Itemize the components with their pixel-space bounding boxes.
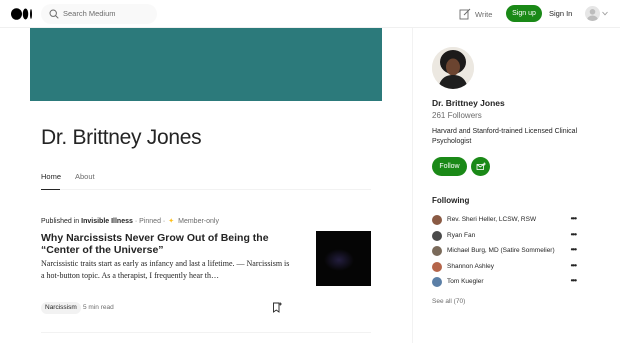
write-button[interactable]: Write [459, 7, 492, 21]
avatar [432, 277, 442, 287]
following-item[interactable]: Ryan Fan ••• [432, 230, 578, 242]
profile-tabs: Home About [41, 172, 371, 190]
top-navigation-bar: Search Medium Write Sign up Sign In [0, 0, 620, 28]
post-excerpt[interactable]: Narcissistic traits start as early as in… [41, 258, 291, 282]
write-label: Write [475, 9, 493, 19]
search-icon [49, 9, 59, 19]
following-heading: Following [432, 196, 470, 205]
more-options-icon[interactable]: ••• [571, 246, 577, 254]
more-options-icon[interactable]: ••• [571, 262, 577, 270]
followers-count[interactable]: 261 Followers [432, 111, 482, 120]
chevron-down-icon[interactable] [602, 11, 608, 16]
avatar [432, 231, 442, 241]
avatar [432, 262, 442, 272]
post-meta: Published in Invisible Illness · Pinned … [41, 217, 219, 226]
profile-avatar[interactable] [432, 47, 474, 89]
post-title[interactable]: Why Narcissists Never Grow Out of Being … [41, 232, 291, 256]
more-options-icon[interactable]: ••• [571, 215, 577, 223]
rail-divider [412, 28, 413, 343]
read-time: 5 min read [83, 304, 114, 311]
pinned-label: · Pinned · [134, 217, 166, 225]
more-options-icon[interactable]: ••• [571, 231, 577, 239]
page-title: Dr. Brittney Jones [41, 126, 202, 149]
mail-plus-icon [476, 162, 486, 170]
search-input[interactable]: Search Medium [63, 9, 116, 18]
bookmark-add-icon[interactable] [272, 302, 282, 313]
following-name[interactable]: Rev. Sheri Heller, LCSW, RSW [447, 216, 536, 223]
tab-home[interactable]: Home [41, 172, 61, 190]
more-options-icon[interactable]: ••• [571, 277, 577, 285]
thumbnail-image [324, 249, 354, 271]
following-name[interactable]: Shannon Ashley [447, 263, 494, 270]
divider [41, 332, 371, 333]
sign-up-button[interactable]: Sign up [506, 5, 542, 22]
following-item[interactable]: Tom Kuegler ••• [432, 276, 578, 288]
following-name[interactable]: Michael Burg, MD (Satire Sommelier) [447, 247, 555, 254]
subscribe-button[interactable] [471, 157, 490, 176]
following-item[interactable]: Rev. Sheri Heller, LCSW, RSW ••• [432, 214, 578, 226]
avatar [432, 246, 442, 256]
avatar [432, 215, 442, 225]
topic-tag[interactable]: Narcissism [41, 302, 81, 314]
following-item[interactable]: Shannon Ashley ••• [432, 261, 578, 273]
member-only-label: Member-only [178, 217, 219, 225]
following-item[interactable]: Michael Burg, MD (Satire Sommelier) ••• [432, 245, 578, 257]
medium-logo-icon[interactable] [11, 8, 34, 20]
following-name[interactable]: Ryan Fan [447, 232, 475, 239]
see-all-following-link[interactable]: See all (70) [432, 298, 465, 305]
profile-name[interactable]: Dr. Brittney Jones [432, 98, 505, 108]
write-icon [459, 8, 471, 20]
published-in-label: Published in [41, 217, 80, 225]
user-avatar-icon[interactable] [585, 6, 600, 21]
profile-banner [30, 28, 382, 101]
tab-about[interactable]: About [75, 172, 95, 190]
sign-in-link[interactable]: Sign In [549, 9, 572, 18]
publication-link[interactable]: Invisible Illness [81, 218, 133, 225]
star-icon: ✦ [168, 218, 175, 225]
follow-button[interactable]: Follow [432, 157, 467, 176]
profile-bio: Harvard and Stanford-trained Licensed Cl… [432, 128, 578, 145]
following-name[interactable]: Tom Kuegler [447, 278, 484, 285]
post-thumbnail[interactable] [316, 231, 371, 286]
search-bar[interactable]: Search Medium [41, 4, 157, 24]
